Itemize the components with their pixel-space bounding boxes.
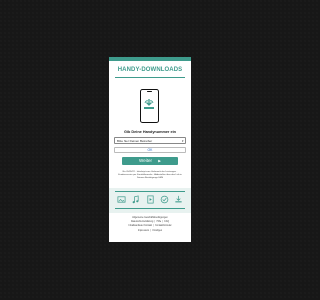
link-hilfe[interactable]: Hilfe	[157, 221, 162, 223]
phone-camera-icon	[147, 91, 152, 92]
phone-number-prompt: Gib Deine Handynummer ein	[124, 130, 176, 134]
weiter-label: Weiter	[139, 158, 152, 163]
link-datenschutz[interactable]: Datenschutzerklärung	[131, 221, 153, 223]
operator-select-value: Bitte hier Deinen Betreiber	[117, 139, 153, 143]
link-inhaltsanbieter[interactable]: Inhaltsanbieter Kontakt	[129, 225, 153, 227]
landing-card: HANDY-DOWNLOADS Gib Deine Handynummer ei…	[109, 57, 191, 242]
image-icon	[117, 196, 126, 203]
page-title: HANDY-DOWNLOADS	[117, 67, 183, 73]
weiter-button[interactable]: Weiter ▶	[122, 157, 178, 165]
chevron-down-icon: ▾	[181, 139, 184, 143]
top-accent-bar	[109, 57, 191, 61]
link-faq[interactable]: FAQ	[164, 221, 169, 223]
feature-icon-bar	[109, 188, 191, 213]
link-agb[interactable]: Allgemeine Geschäftsbedingungen	[132, 217, 168, 219]
download-plant-icon	[144, 99, 154, 109]
link-impressum[interactable]: Impressum	[138, 230, 149, 232]
header-divider	[115, 77, 185, 78]
download-icon	[175, 195, 182, 203]
footer-links: Allgemeine Geschäftsbedingungen Datensch…	[128, 217, 172, 232]
phone-icon	[140, 89, 159, 123]
operator-select[interactable]: Bitte hier Deinen Betreiber ▾	[114, 137, 186, 144]
play-arrow-icon: ▶	[158, 159, 161, 163]
iconbar-bottom-line	[115, 208, 185, 209]
ok-button[interactable]: OK	[114, 147, 186, 153]
music-note-icon	[132, 195, 139, 204]
video-icon	[146, 195, 154, 204]
link-kuendigen[interactable]: Kündigen	[152, 230, 162, 232]
link-kontaktformular[interactable]: Kontaktformular	[155, 225, 171, 227]
terms-note: Bis 05/05/22 · Infoskript zum Verbrauch …	[118, 171, 182, 179]
iconbar-top-line	[115, 191, 185, 192]
check-icon	[160, 195, 169, 204]
